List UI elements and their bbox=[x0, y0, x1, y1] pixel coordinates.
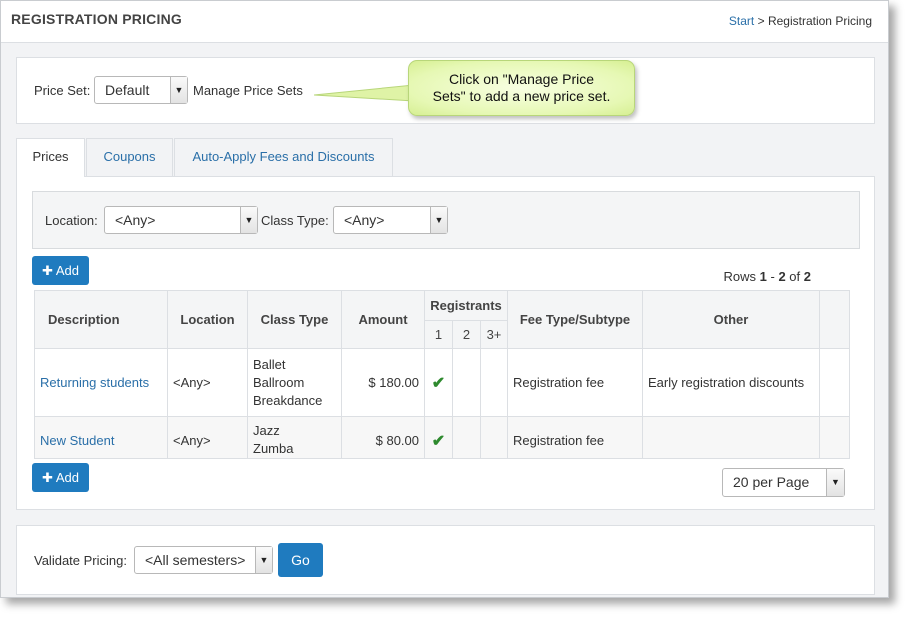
breadcrumb-current: Registration Pricing bbox=[767, 14, 872, 28]
callout-line-2: Sets" to add a new price set. bbox=[432, 88, 611, 104]
row-amount: $ 180.00 bbox=[341, 348, 425, 417]
callout-pointer bbox=[314, 84, 414, 102]
caret-down-icon: ▼ bbox=[826, 469, 844, 496]
tab-auto-apply[interactable]: Auto-Apply Fees and Discounts bbox=[174, 138, 393, 176]
col-description[interactable]: Description bbox=[34, 290, 168, 349]
row-amount: $ 80.00 bbox=[341, 416, 425, 459]
col-reg-1: 1 bbox=[424, 320, 453, 349]
row-location: <Any> bbox=[167, 416, 248, 459]
check-icon: ✔ bbox=[431, 433, 446, 450]
row-class-types: Ballet Ballroom Breakdance bbox=[247, 348, 342, 417]
caret-down-icon: ▼ bbox=[240, 207, 257, 233]
add-price-button-top[interactable]: ✚ Add bbox=[32, 256, 89, 285]
rows-dash: - bbox=[770, 269, 775, 284]
add-label: Add bbox=[55, 470, 79, 485]
app-window: REGISTRATION PRICING Start > Registratio… bbox=[0, 0, 889, 598]
caret-down-icon: ▼ bbox=[255, 547, 272, 573]
class-type-label: Class Type: bbox=[261, 213, 329, 228]
add-label: Add bbox=[55, 263, 79, 278]
row-description-link[interactable]: New Student bbox=[40, 433, 114, 448]
location-label: Location: bbox=[45, 213, 98, 228]
col-location[interactable]: Location bbox=[167, 290, 248, 349]
semester-select[interactable]: <All semesters> ▼ bbox=[134, 546, 273, 574]
price-set-select[interactable]: Default ▼ bbox=[94, 76, 188, 104]
rows-to: 2 bbox=[778, 269, 786, 284]
per-page-value: 20 per Page bbox=[733, 474, 810, 490]
price-set-value: Default bbox=[105, 82, 150, 98]
rows-of: of bbox=[789, 269, 801, 284]
prices-table: Description Location Class Type Amount R… bbox=[34, 290, 850, 459]
breadcrumb: Start > Registration Pricing bbox=[729, 14, 872, 28]
validate-label: Validate Pricing: bbox=[34, 553, 127, 568]
class-type-value: <Any> bbox=[344, 212, 385, 228]
page-header: REGISTRATION PRICING Start > Registratio… bbox=[1, 1, 888, 43]
location-select[interactable]: <Any> ▼ bbox=[104, 206, 258, 234]
rows-from: 1 bbox=[759, 269, 767, 284]
row-reg-3 bbox=[480, 348, 508, 417]
callout-line-1: Click on "Manage Price bbox=[448, 71, 595, 87]
semester-value: <All semesters> bbox=[145, 552, 246, 568]
col-fee-type[interactable]: Fee Type/Subtype bbox=[507, 290, 643, 349]
row-description-link[interactable]: Returning students bbox=[40, 375, 149, 390]
per-page-select[interactable]: 20 per Page ▼ bbox=[722, 468, 845, 497]
row-fee-type: Registration fee bbox=[507, 416, 643, 459]
row-actions bbox=[819, 348, 850, 417]
col-actions bbox=[819, 290, 850, 349]
col-class-type[interactable]: Class Type bbox=[247, 290, 342, 349]
class-type-item: Ballroom bbox=[253, 374, 305, 390]
class-type-select[interactable]: <Any> ▼ bbox=[333, 206, 448, 234]
breadcrumb-separator: > bbox=[757, 14, 765, 28]
rows-prefix: Rows bbox=[723, 269, 756, 284]
col-amount[interactable]: Amount bbox=[341, 290, 425, 349]
class-type-item: Breakdance bbox=[253, 392, 323, 408]
add-price-button-bottom[interactable]: ✚ Add bbox=[32, 463, 89, 492]
tab-coupons[interactable]: Coupons bbox=[86, 138, 173, 176]
manage-price-sets-link[interactable]: Manage Price Sets bbox=[193, 83, 303, 98]
tab-prices[interactable]: Prices bbox=[16, 138, 85, 177]
row-other bbox=[642, 416, 820, 459]
plus-icon: ✚ bbox=[42, 263, 53, 278]
col-reg-3: 3+ bbox=[480, 320, 508, 349]
location-value: <Any> bbox=[115, 212, 156, 228]
breadcrumb-start-link[interactable]: Start bbox=[729, 14, 754, 28]
check-icon: ✔ bbox=[431, 374, 446, 392]
col-reg-2: 2 bbox=[452, 320, 481, 349]
row-reg-2 bbox=[452, 348, 481, 417]
row-class-types: Jazz Zumba bbox=[247, 416, 342, 459]
class-type-item: Ballet bbox=[253, 356, 286, 372]
caret-down-icon: ▼ bbox=[170, 77, 187, 103]
price-set-label: Price Set: bbox=[34, 83, 91, 98]
row-reg-3 bbox=[480, 416, 508, 459]
row-location: <Any> bbox=[167, 348, 248, 417]
col-other[interactable]: Other bbox=[642, 290, 820, 349]
row-other: Early registration discounts bbox=[642, 348, 820, 417]
row-fee-type: Registration fee bbox=[507, 348, 643, 417]
table-row: New Student <Any> Jazz Zumba $ 80.00 ✔ R… bbox=[34, 416, 850, 459]
table-row: Returning students <Any> Ballet Ballroom… bbox=[34, 348, 850, 417]
go-button[interactable]: Go bbox=[278, 543, 323, 577]
plus-icon: ✚ bbox=[42, 470, 53, 485]
tooltip-callout: Click on "Manage Price Sets" to add a ne… bbox=[408, 60, 635, 116]
rows-total: 2 bbox=[803, 269, 811, 284]
rows-info: Rows 1 - 2 of 2 bbox=[723, 269, 811, 284]
row-actions bbox=[819, 416, 850, 459]
page-title: REGISTRATION PRICING bbox=[11, 11, 182, 27]
class-type-item: Zumba bbox=[253, 441, 294, 456]
col-registrants: Registrants bbox=[424, 290, 508, 321]
class-type-item: Jazz bbox=[253, 423, 280, 438]
row-reg-2 bbox=[452, 416, 481, 459]
caret-down-icon: ▼ bbox=[430, 207, 447, 233]
